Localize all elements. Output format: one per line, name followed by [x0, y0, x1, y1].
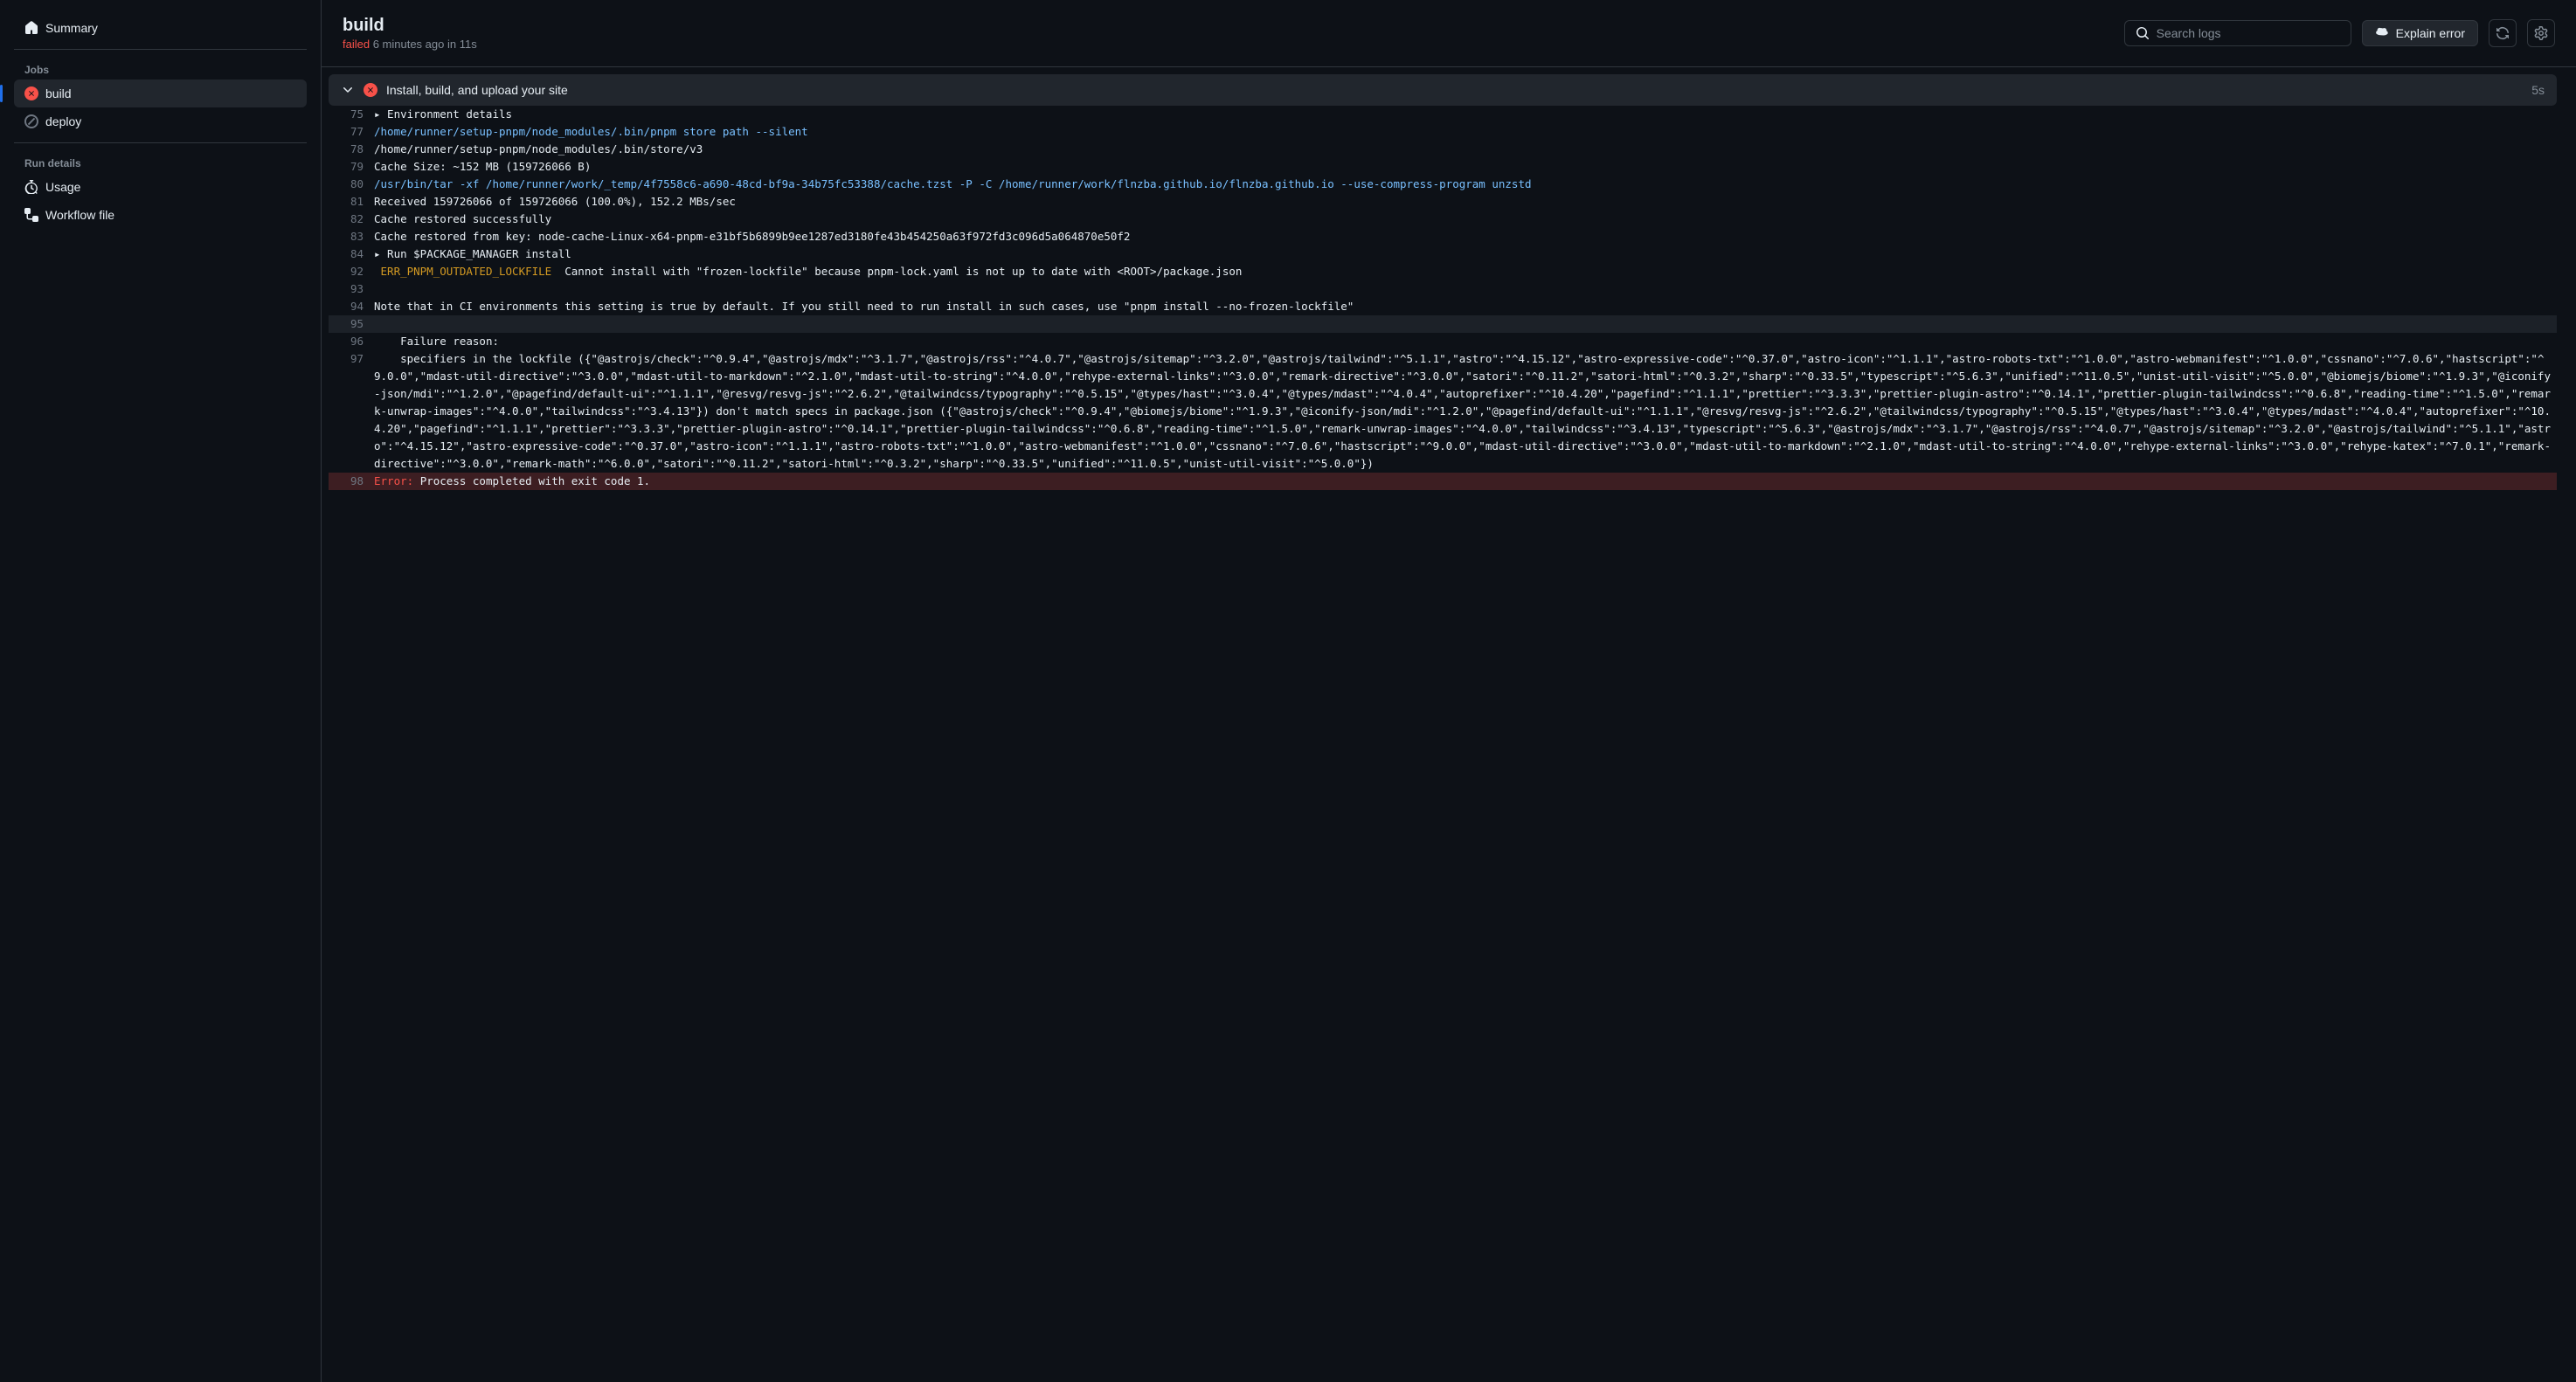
line-content: Failure reason: — [374, 333, 2557, 350]
log-line[interactable]: 82Cache restored successfully — [329, 211, 2557, 228]
line-content: Error: Process completed with exit code … — [374, 473, 2557, 490]
line-content — [374, 315, 2557, 333]
run-details-title: Run details — [14, 150, 307, 173]
line-content: Cache restored from key: node-cache-Linu… — [374, 228, 2557, 245]
line-number: 93 — [329, 280, 374, 298]
search-icon — [2136, 26, 2150, 40]
line-content: specifiers in the lockfile ({"@astrojs/c… — [374, 350, 2557, 473]
line-number: 84 — [329, 245, 374, 263]
job-build-label: build — [45, 86, 72, 100]
line-number: 83 — [329, 228, 374, 245]
page-subtitle: failed 6 minutes ago in 11s — [343, 38, 477, 51]
log-line[interactable]: 77/home/runner/setup-pnpm/node_modules/.… — [329, 123, 2557, 141]
header: build failed 6 minutes ago in 11s Explai… — [322, 0, 2576, 67]
job-deploy-label: deploy — [45, 114, 81, 128]
chevron-down-icon — [341, 83, 355, 97]
line-number: 98 — [329, 473, 374, 490]
line-number: 78 — [329, 141, 374, 158]
line-number: 92 — [329, 263, 374, 280]
status-failed: failed — [343, 38, 370, 51]
sidebar-summary-label: Summary — [45, 21, 98, 35]
sidebar-workflow-file-label: Workflow file — [45, 208, 114, 222]
line-content: ▸ Environment details — [374, 106, 2557, 123]
sidebar: Summary Jobs build deploy Run details Us… — [0, 0, 322, 1382]
line-content: ERR_PNPM_OUTDATED_LOCKFILE Cannot instal… — [374, 263, 2557, 280]
log-lines: 75▸ Environment details77/home/runner/se… — [329, 106, 2557, 490]
step-duration: 5s — [2531, 83, 2545, 97]
job-deploy[interactable]: deploy — [14, 107, 307, 135]
line-content: /home/runner/setup-pnpm/node_modules/.bi… — [374, 141, 2557, 158]
line-number: 82 — [329, 211, 374, 228]
failed-icon — [24, 86, 38, 100]
line-number: 97 — [329, 350, 374, 473]
log-line[interactable]: 95 — [329, 315, 2557, 333]
line-content — [374, 280, 2557, 298]
line-content: /home/runner/setup-pnpm/node_modules/.bi… — [374, 123, 2557, 141]
copilot-icon — [2375, 26, 2389, 40]
sidebar-workflow-file[interactable]: Workflow file — [14, 201, 307, 229]
home-icon — [24, 21, 38, 35]
line-number: 81 — [329, 193, 374, 211]
log-line[interactable]: 79Cache Size: ~152 MB (159726066 B) — [329, 158, 2557, 176]
log-line[interactable]: 81Received 159726066 of 159726066 (100.0… — [329, 193, 2557, 211]
log-line[interactable]: 96 Failure reason: — [329, 333, 2557, 350]
line-content: Received 159726066 of 159726066 (100.0%)… — [374, 193, 2557, 211]
sidebar-summary[interactable]: Summary — [14, 14, 307, 42]
log-line[interactable]: 83Cache restored from key: node-cache-Li… — [329, 228, 2557, 245]
log-line[interactable]: 97 specifiers in the lockfile ({"@astroj… — [329, 350, 2557, 473]
skipped-icon — [24, 114, 38, 128]
search-box[interactable] — [2124, 20, 2351, 46]
line-content: ▸ Run $PACKAGE_MANAGER install — [374, 245, 2557, 263]
log-line[interactable]: 94Note that in CI environments this sett… — [329, 298, 2557, 315]
subtitle-rest: 6 minutes ago in 11s — [370, 38, 477, 51]
header-titles: build failed 6 minutes ago in 11s — [343, 16, 477, 51]
failed-icon — [364, 83, 377, 97]
settings-button[interactable] — [2527, 19, 2555, 47]
gear-icon — [2534, 26, 2548, 40]
sidebar-usage[interactable]: Usage — [14, 173, 307, 201]
log-line[interactable]: 93 — [329, 280, 2557, 298]
divider — [14, 49, 307, 50]
main: build failed 6 minutes ago in 11s Explai… — [322, 0, 2576, 1382]
workflow-icon — [24, 208, 38, 222]
explain-error-label: Explain error — [2396, 26, 2465, 40]
line-number: 77 — [329, 123, 374, 141]
line-number: 80 — [329, 176, 374, 193]
line-content: Cache Size: ~152 MB (159726066 B) — [374, 158, 2557, 176]
log-line[interactable]: 78/home/runner/setup-pnpm/node_modules/.… — [329, 141, 2557, 158]
search-input[interactable] — [2157, 26, 2340, 40]
line-number: 79 — [329, 158, 374, 176]
divider — [14, 142, 307, 143]
step-name: Install, build, and upload your site — [386, 83, 568, 97]
jobs-section-title: Jobs — [14, 57, 307, 79]
line-number: 95 — [329, 315, 374, 333]
log-line[interactable]: 80/usr/bin/tar -xf /home/runner/work/_te… — [329, 176, 2557, 193]
line-content: Note that in CI environments this settin… — [374, 298, 2557, 315]
stopwatch-icon — [24, 180, 38, 194]
line-content: Cache restored successfully — [374, 211, 2557, 228]
sync-icon — [2496, 26, 2510, 40]
sidebar-usage-label: Usage — [45, 180, 80, 194]
line-number: 75 — [329, 106, 374, 123]
log-line[interactable]: 75▸ Environment details — [329, 106, 2557, 123]
line-number: 94 — [329, 298, 374, 315]
page-title: build — [343, 16, 477, 36]
log-line[interactable]: 84▸ Run $PACKAGE_MANAGER install — [329, 245, 2557, 263]
log-line[interactable]: 98Error: Process completed with exit cod… — [329, 473, 2557, 490]
step-header[interactable]: Install, build, and upload your site 5s — [329, 74, 2557, 106]
line-content: /usr/bin/tar -xf /home/runner/work/_temp… — [374, 176, 2557, 193]
job-build[interactable]: build — [14, 79, 307, 107]
rerun-button[interactable] — [2489, 19, 2517, 47]
explain-error-button[interactable]: Explain error — [2362, 20, 2478, 46]
log-body: Install, build, and upload your site 5s … — [322, 67, 2576, 1382]
line-number: 96 — [329, 333, 374, 350]
log-line[interactable]: 92 ERR_PNPM_OUTDATED_LOCKFILE Cannot ins… — [329, 263, 2557, 280]
